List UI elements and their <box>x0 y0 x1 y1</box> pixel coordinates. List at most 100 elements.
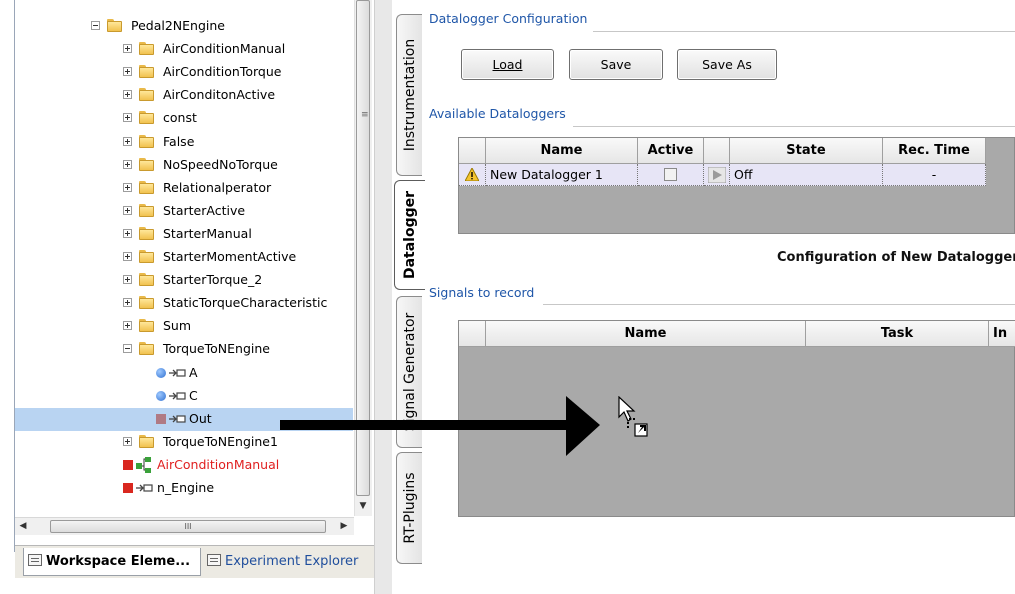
folder-icon <box>139 134 156 148</box>
expand-icon[interactable] <box>123 252 132 261</box>
tree-item[interactable]: Relationalperator <box>15 177 353 200</box>
folder-icon <box>139 296 156 310</box>
tree-item-label: False <box>163 133 195 149</box>
expand-icon[interactable] <box>123 136 132 146</box>
tree-item-label: AirConditionManual <box>157 456 280 472</box>
column-header-task[interactable]: Task <box>806 321 989 347</box>
collapse-icon[interactable] <box>91 21 100 30</box>
folder-icon <box>139 88 156 102</box>
tree-item[interactable]: StaticTorqueCharacteristic <box>15 292 353 315</box>
datalogger-state-cell[interactable]: Off <box>730 164 883 186</box>
tree-item[interactable]: StarterActive <box>15 200 353 223</box>
expand-icon[interactable] <box>123 90 132 100</box>
tree-item-label: Out <box>189 410 212 426</box>
tab-datalogger-label: Datalogger <box>402 190 418 280</box>
folder-icon <box>139 157 156 171</box>
tree-item-label: StarterTorque_2 <box>163 272 263 288</box>
tree-item[interactable]: Pedal2NEngine <box>15 15 353 38</box>
horizontal-scroll-thumb[interactable]: III <box>50 520 326 533</box>
tree-item[interactable]: False <box>15 131 353 154</box>
expand-icon[interactable] <box>123 182 132 192</box>
logger-config-title: Configuration of New Datalogger 1 <box>777 250 1015 265</box>
row-header-corner <box>459 138 486 164</box>
tab-instrumentation-label: Instrumentation <box>401 38 418 152</box>
tree-item[interactable]: AirConditionTorque <box>15 61 353 84</box>
scroll-down-icon[interactable]: ▼ <box>356 498 370 515</box>
tab-rt-plugins[interactable]: RT-Plugins <box>396 452 422 564</box>
tree-item-label: StarterMomentActive <box>163 249 297 264</box>
tree-item[interactable]: Sum <box>15 315 353 338</box>
expand-icon[interactable] <box>123 159 132 169</box>
tree-item[interactable]: NoSpeedNoTorque <box>15 154 353 177</box>
folder-icon <box>139 250 156 263</box>
tree-item-label: const <box>163 110 197 126</box>
tree-item[interactable]: const <box>15 107 353 130</box>
expand-icon[interactable] <box>123 67 132 77</box>
expand-icon[interactable] <box>123 113 132 123</box>
tree-item-label: AirConditonActive <box>163 87 276 103</box>
expand-icon[interactable] <box>123 275 132 285</box>
tree-item[interactable]: AirConditionManual <box>15 38 353 61</box>
workspace-icon <box>28 554 42 566</box>
inport-marker-icon <box>156 390 166 401</box>
tree-item-label: TorqueToNEngine1 <box>163 433 278 449</box>
section-header-available: Available Dataloggers <box>429 106 566 121</box>
tree-item[interactable]: A <box>15 362 353 385</box>
port-icon <box>168 367 186 379</box>
tree-item-label: Pedal2NEngine <box>131 18 225 33</box>
tree-item[interactable]: TorqueToNEngine <box>15 338 353 361</box>
datalogger-active-cell[interactable] <box>638 164 704 186</box>
tree-item[interactable]: AirConditonActive <box>15 84 353 107</box>
active-checkbox[interactable] <box>664 168 677 181</box>
outport-marker-icon <box>156 413 166 424</box>
play-icon[interactable] <box>708 167 726 183</box>
folder-icon <box>139 203 156 217</box>
column-header-in[interactable]: In <box>989 321 1015 347</box>
expand-icon[interactable] <box>123 436 132 446</box>
status-marker-icon <box>123 483 133 493</box>
scroll-right-icon[interactable]: ▶ <box>336 518 352 535</box>
scroll-left-icon[interactable]: ◀ <box>15 518 31 535</box>
expand-icon[interactable] <box>123 205 132 215</box>
load-button[interactable]: Load <box>461 49 554 80</box>
horizontal-scrollbar[interactable]: ◀ III ▶ <box>15 517 354 535</box>
tab-instrumentation[interactable]: Instrumentation <box>396 14 422 176</box>
column-header-state[interactable]: State <box>730 138 883 164</box>
tree-item[interactable]: StarterManual <box>15 223 353 246</box>
column-header-signal-name[interactable]: Name <box>486 321 806 347</box>
tab-explorer-label: Experiment Explorer <box>225 554 359 569</box>
collapse-icon[interactable] <box>123 344 132 354</box>
expand-icon[interactable] <box>123 44 132 54</box>
folder-icon <box>107 19 124 32</box>
network-icon <box>135 456 153 474</box>
tree-item[interactable]: StarterMomentActive <box>15 246 353 269</box>
expand-icon[interactable] <box>123 321 132 331</box>
row-warning-cell <box>459 164 486 186</box>
divider <box>573 126 1015 127</box>
explorer-icon <box>207 554 221 566</box>
tree-item[interactable]: n_Engine <box>15 477 353 500</box>
save-button[interactable]: Save <box>569 49 663 80</box>
datalogger-play-cell[interactable] <box>704 164 730 186</box>
column-header-rec-time[interactable]: Rec. Time <box>883 138 986 164</box>
column-header-active[interactable]: Active <box>638 138 704 164</box>
section-header-config: Datalogger Configuration <box>429 11 588 26</box>
datalogger-rectime-cell[interactable]: - <box>883 164 986 186</box>
save-as-button-label: Save As <box>702 57 752 72</box>
save-as-button[interactable]: Save As <box>677 49 777 80</box>
column-header-name[interactable]: Name <box>486 138 638 164</box>
bottom-tab-strip: Workspace Eleme... Experiment Explorer <box>15 545 375 578</box>
tab-workspace-elements[interactable]: Workspace Eleme... <box>23 548 201 576</box>
tab-datalogger[interactable]: Datalogger <box>394 180 425 290</box>
expand-icon[interactable] <box>123 298 132 308</box>
inport-marker-icon <box>156 367 166 378</box>
tree-item[interactable]: StarterTorque_2 <box>15 269 353 292</box>
datalogger-name-cell[interactable]: New Datalogger 1 <box>486 164 638 186</box>
divider <box>593 31 1015 32</box>
tree-item-label: StarterActive <box>163 202 246 218</box>
folder-icon <box>139 226 156 240</box>
panel-splitter[interactable] <box>374 0 393 594</box>
tab-experiment-explorer[interactable]: Experiment Explorer <box>207 548 358 576</box>
datalogger-table[interactable]: Name Active State Rec. Time New Datalogg… <box>458 137 1015 234</box>
expand-icon[interactable] <box>123 228 132 238</box>
